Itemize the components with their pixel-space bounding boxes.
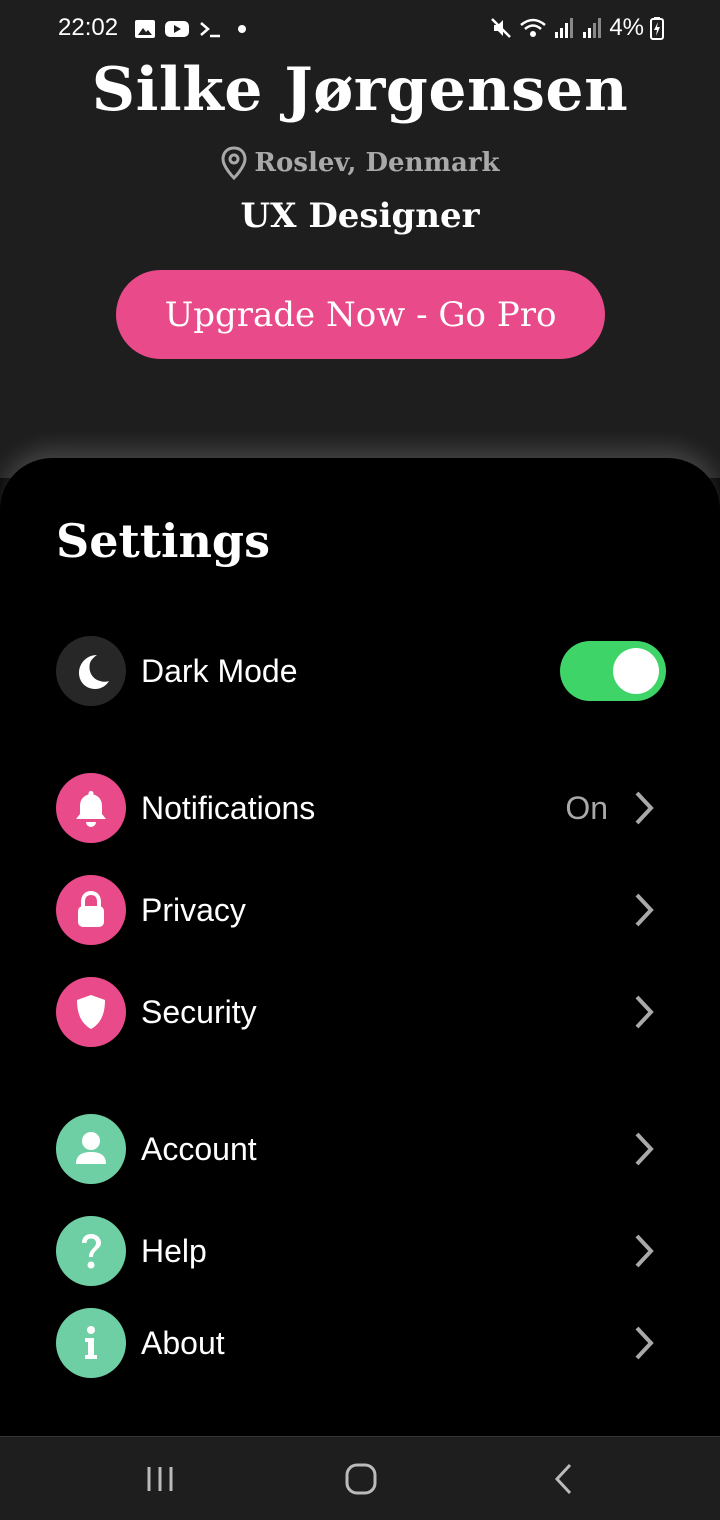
chevron-right-icon [630,890,658,930]
info-icon [56,1308,126,1378]
account-label: Account [141,1130,257,1167]
question-icon [56,1216,126,1286]
moon-icon [56,636,126,706]
profile-name: Silke Jørgensen [91,55,629,125]
wifi-icon [520,18,547,37]
status-time: 22:02 [58,14,119,41]
about-label: About [141,1324,225,1361]
settings-item-notifications[interactable]: Notifications On [56,772,666,844]
settings-item-help[interactable]: Help [56,1215,666,1287]
dot-icon [238,25,246,33]
upgrade-button[interactable]: Upgrade Now - Go Pro [116,270,605,359]
settings-item-security[interactable]: Security [56,976,666,1048]
lock-icon [56,875,126,945]
system-nav-bar [0,1436,720,1520]
settings-item-account[interactable]: Account [56,1113,666,1185]
battery-charging-icon [650,17,664,40]
terminal-icon [200,22,220,38]
settings-item-privacy[interactable]: Privacy [56,874,666,946]
settings-panel: Settings Dark Mode Notifications On Priv… [0,458,720,1438]
profile-header: Silke Jørgensen Roslev, Denmark UX Desig… [0,58,720,478]
mute-icon [491,18,512,38]
location-text: Roslev, Denmark [254,148,500,178]
chevron-right-icon [630,1323,658,1363]
dark-mode-label: Dark Mode [141,652,298,689]
toggle-knob [613,648,659,694]
dark-mode-row[interactable]: Dark Mode [56,635,666,707]
youtube-icon [165,21,189,37]
chevron-right-icon [630,1129,658,1169]
status-bar: 22:02 4% [0,0,720,58]
location-pin-icon [221,146,247,180]
chevron-right-icon [630,992,658,1032]
back-icon[interactable] [534,1457,594,1501]
security-label: Security [141,993,257,1030]
home-icon[interactable] [331,1457,391,1501]
privacy-label: Privacy [141,891,246,928]
chevron-right-icon [630,1231,658,1271]
help-label: Help [141,1232,207,1269]
settings-item-about[interactable]: About [56,1307,666,1379]
signal-icon [583,18,602,38]
recent-apps-icon[interactable] [130,1457,190,1501]
battery-percent: 4% [609,14,644,41]
bell-icon [56,773,126,843]
profile-job-title: UX Designer [240,196,480,236]
settings-title: Settings [56,514,270,568]
gallery-icon [135,20,155,38]
chevron-right-icon [630,788,658,828]
profile-location: Roslev, Denmark [0,146,720,180]
user-icon [56,1114,126,1184]
notifications-label: Notifications [141,789,316,826]
notifications-value: On [565,789,608,826]
dark-mode-toggle[interactable] [560,641,666,701]
shield-icon [56,977,126,1047]
signal-icon [555,18,574,38]
